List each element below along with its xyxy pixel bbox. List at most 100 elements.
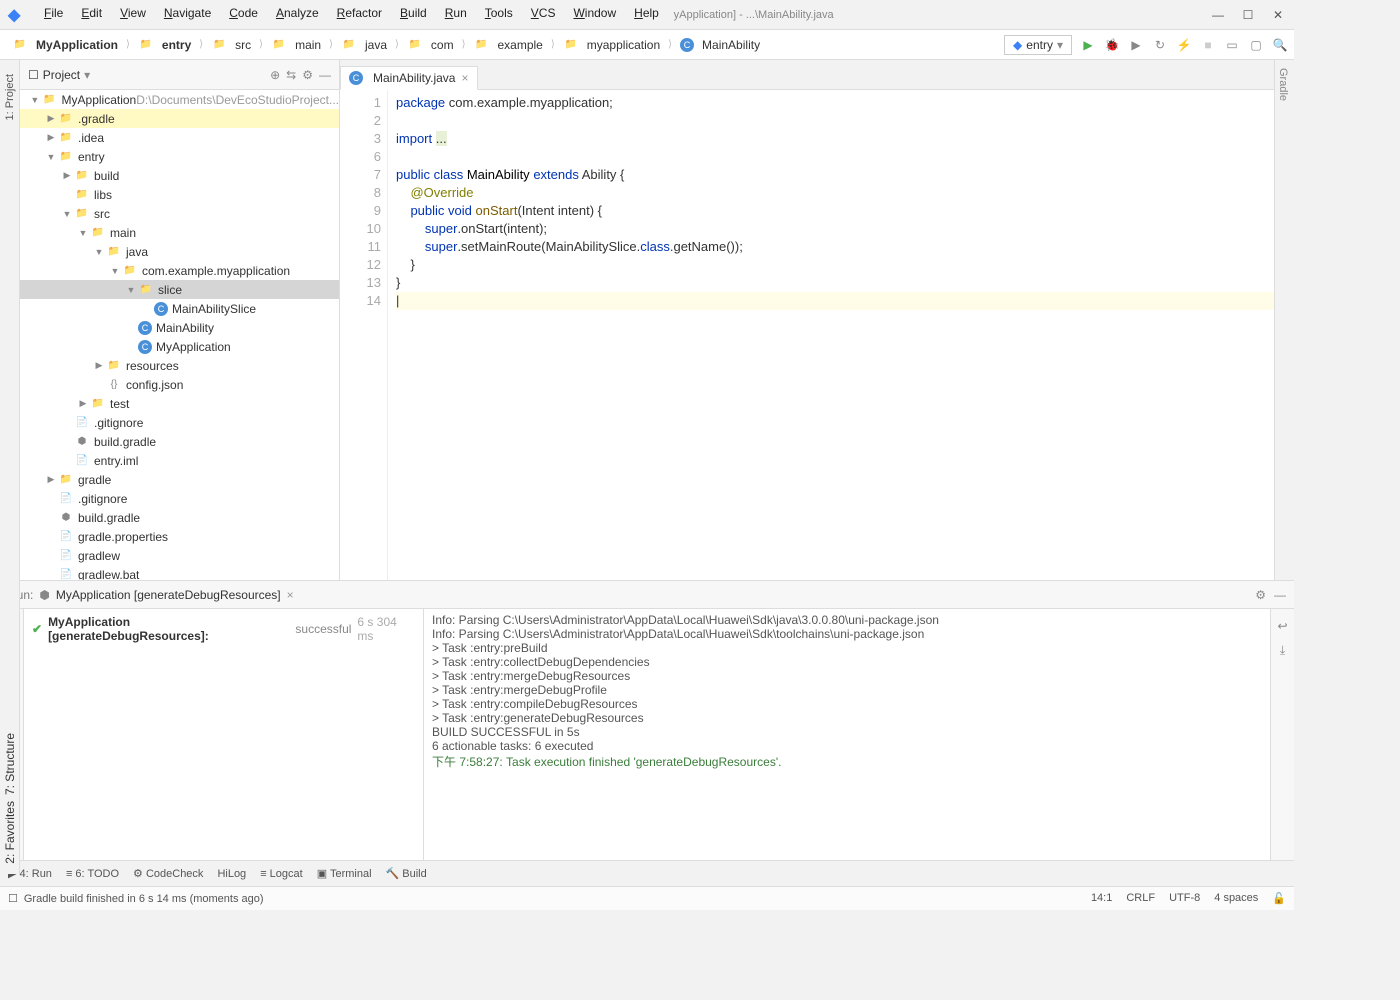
tree-node[interactable]: 📄gradlew: [20, 546, 339, 565]
lock-icon[interactable]: 🔓: [1272, 892, 1286, 905]
search-icon[interactable]: 🔍: [1272, 37, 1288, 53]
tree-node[interactable]: ▼📁slice: [20, 280, 339, 299]
crumb-entry[interactable]: 📁entry: [132, 36, 197, 54]
tree-node[interactable]: ⬢build.gradle: [20, 432, 339, 451]
run-gear-icon[interactable]: ⚙: [1255, 588, 1266, 602]
app-logo: ◆: [8, 5, 20, 25]
bottom-tab[interactable]: 🔨 Build: [386, 867, 427, 880]
menu-code[interactable]: Code: [221, 4, 266, 22]
encoding[interactable]: UTF-8: [1169, 892, 1200, 905]
crumb-mainability[interactable]: CMainAbility: [674, 36, 766, 54]
tree-node[interactable]: ▼📁MyApplication D:\Documents\DevEcoStudi…: [20, 90, 339, 109]
run-icon[interactable]: ▶: [1080, 37, 1096, 53]
tree-node[interactable]: 📄.gitignore: [20, 413, 339, 432]
bottom-tab[interactable]: HiLog: [217, 868, 246, 880]
run-output[interactable]: Info: Parsing C:\Users\Administrator\App…: [424, 609, 1270, 860]
menu-analyze[interactable]: Analyze: [268, 4, 327, 22]
tree-node[interactable]: CMainAbility: [20, 318, 339, 337]
gutter: 12367891011121314: [340, 90, 388, 580]
tree-node[interactable]: ▼📁entry: [20, 147, 339, 166]
attach-icon[interactable]: ⚡: [1176, 37, 1192, 53]
menu-view[interactable]: View: [112, 4, 154, 22]
crumb-example[interactable]: 📁example: [468, 36, 549, 54]
tree-node[interactable]: 📄gradlew.bat: [20, 565, 339, 580]
menu-file[interactable]: File: [36, 4, 71, 22]
menu-navigate[interactable]: Navigate: [156, 4, 219, 22]
tree-node[interactable]: 📄gradle.properties: [20, 527, 339, 546]
line-ending[interactable]: CRLF: [1126, 892, 1155, 905]
favorites-tab[interactable]: 2: Favorites: [3, 801, 17, 864]
tree-node[interactable]: ▶📁build: [20, 166, 339, 185]
crumb-myapplication[interactable]: 📁myapplication: [557, 36, 666, 54]
debug-icon[interactable]: 🐞: [1104, 37, 1120, 53]
tree-node[interactable]: {}config.json: [20, 375, 339, 394]
class-icon: C: [349, 71, 363, 85]
close-button[interactable]: ✕: [1270, 8, 1286, 22]
gradle-tab[interactable]: Gradle: [1275, 60, 1291, 109]
hide-icon[interactable]: —: [319, 68, 331, 82]
soft-wrap-icon[interactable]: ↩: [1277, 619, 1287, 633]
minimize-button[interactable]: —: [1210, 8, 1226, 22]
run-config-label: MyApplication [generateDebugResources]: [56, 588, 281, 602]
status-icon[interactable]: ☐: [8, 892, 18, 905]
tree-node[interactable]: CMainAbilitySlice: [20, 299, 339, 318]
menu-window[interactable]: Window: [565, 4, 624, 22]
tree-node[interactable]: ▼📁com.example.myapplication: [20, 261, 339, 280]
tree-node[interactable]: ▶📁test: [20, 394, 339, 413]
tree-node[interactable]: 📁libs: [20, 185, 339, 204]
project-tab[interactable]: 1: Project: [4, 68, 16, 126]
maximize-button[interactable]: ☐: [1240, 8, 1256, 22]
bottom-tab[interactable]: ⚙ CodeCheck: [133, 867, 203, 880]
crumb-main[interactable]: 📁main: [265, 36, 327, 54]
bottom-tab[interactable]: ≡ Logcat: [260, 868, 303, 880]
run-config-selector[interactable]: ◆entry▾: [1004, 35, 1072, 55]
code-editor[interactable]: 12367891011121314 package com.example.my…: [340, 90, 1274, 580]
tree-node[interactable]: ▶📁.gradle: [20, 109, 339, 128]
tree-node[interactable]: CMyApplication: [20, 337, 339, 356]
tree-node[interactable]: ▼📁java: [20, 242, 339, 261]
layout-icon[interactable]: ▭: [1224, 37, 1240, 53]
tree-node[interactable]: 📄entry.iml: [20, 451, 339, 470]
stop-icon[interactable]: ■: [1200, 37, 1216, 53]
profile-icon[interactable]: ↻: [1152, 37, 1168, 53]
indent[interactable]: 4 spaces: [1214, 892, 1258, 905]
gear-icon[interactable]: ⚙: [302, 68, 313, 82]
crumb-src[interactable]: 📁src: [205, 36, 257, 54]
device-icon[interactable]: ▢: [1248, 37, 1264, 53]
run-result-row[interactable]: ✔ MyApplication [generateDebugResources]…: [28, 613, 419, 645]
crumb-com[interactable]: 📁com: [401, 36, 460, 54]
tree-node[interactable]: ▶📁resources: [20, 356, 339, 375]
structure-tab[interactable]: 7: Structure: [3, 733, 17, 795]
menu-edit[interactable]: Edit: [73, 4, 110, 22]
coverage-icon[interactable]: ▶: [1128, 37, 1144, 53]
dropdown-icon[interactable]: ▾: [84, 68, 90, 82]
menu-build[interactable]: Build: [392, 4, 435, 22]
close-run-icon[interactable]: ×: [287, 588, 294, 602]
menu-refactor[interactable]: Refactor: [329, 4, 390, 22]
code-content[interactable]: package com.example.myapplication; impor…: [388, 90, 1274, 580]
menu-run[interactable]: Run: [437, 4, 475, 22]
bottom-tab[interactable]: ≡ 6: TODO: [66, 868, 119, 880]
tree-node[interactable]: ▶📁gradle: [20, 470, 339, 489]
editor-tab[interactable]: C MainAbility.java ×: [340, 66, 478, 90]
crumb-myapplication[interactable]: 📁MyApplication: [6, 36, 124, 54]
target-icon[interactable]: ⊕: [270, 68, 280, 82]
tree-node[interactable]: ▼📁src: [20, 204, 339, 223]
menu-help[interactable]: Help: [626, 4, 667, 22]
tree-node[interactable]: 📄.gitignore: [20, 489, 339, 508]
tree-node[interactable]: ▼📁main: [20, 223, 339, 242]
tree-node[interactable]: ⬢build.gradle: [20, 508, 339, 527]
crumb-java[interactable]: 📁java: [335, 36, 393, 54]
caret-pos[interactable]: 14:1: [1091, 892, 1112, 905]
run-hide-icon[interactable]: —: [1274, 588, 1286, 602]
run-tree[interactable]: ✔ MyApplication [generateDebugResources]…: [24, 609, 424, 860]
project-tree[interactable]: ▼📁MyApplication D:\Documents\DevEcoStudi…: [20, 90, 339, 580]
bottom-tab[interactable]: ▣ Terminal: [317, 867, 372, 880]
collapse-icon[interactable]: ⇆: [286, 68, 296, 82]
run-right-toolbar: ↩ ⤓: [1270, 609, 1294, 860]
menu-vcs[interactable]: VCS: [523, 4, 564, 22]
tree-node[interactable]: ▶📁.idea: [20, 128, 339, 147]
menu-tools[interactable]: Tools: [477, 4, 521, 22]
scroll-icon[interactable]: ⤓: [1280, 643, 1285, 658]
close-tab-icon[interactable]: ×: [461, 71, 468, 85]
